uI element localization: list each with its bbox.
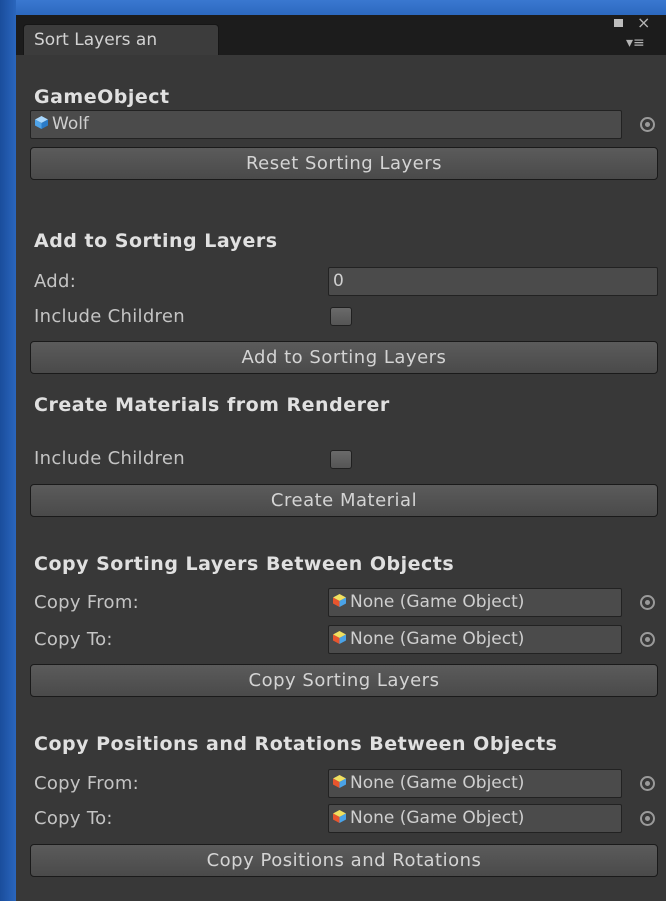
- materials-include-children-label: Include Children: [34, 448, 185, 469]
- copy-positions-to-field[interactable]: None (Game Object): [328, 804, 622, 833]
- gameobject-heading: GameObject: [34, 86, 170, 108]
- copy-positions-heading: Copy Positions and Rotations Between Obj…: [34, 733, 558, 755]
- include-children-checkbox[interactable]: [330, 307, 352, 326]
- copy-layers-to-field[interactable]: None (Game Object): [328, 625, 622, 654]
- close-icon[interactable]: ×: [637, 15, 650, 31]
- multicolor-cube-icon: [333, 631, 346, 644]
- blue-cube-icon: [35, 116, 48, 129]
- desktop-frame-left: [0, 0, 16, 901]
- copy-layers-to-value: None (Game Object): [350, 629, 525, 649]
- copy-sorting-layers-button[interactable]: Copy Sorting Layers: [30, 664, 658, 697]
- copy-layers-from-label: Copy From:: [34, 592, 140, 613]
- copy-positions-to-value: None (Game Object): [350, 808, 525, 828]
- copy-positions-from-picker-icon[interactable]: [640, 776, 655, 791]
- copy-positions-from-value: None (Game Object): [350, 773, 525, 793]
- copy-layers-from-picker-icon[interactable]: [640, 595, 655, 610]
- multicolor-cube-icon: [333, 594, 346, 607]
- add-section-heading: Add to Sorting Layers: [34, 230, 278, 252]
- gameobject-field[interactable]: Wolf: [30, 110, 622, 139]
- copy-positions-from-field[interactable]: None (Game Object): [328, 769, 622, 798]
- multicolor-cube-icon: [333, 810, 346, 823]
- tab-bar: Sort Layers an × ▾≡: [16, 15, 666, 55]
- maximize-icon[interactable]: [614, 19, 623, 27]
- add-value: 0: [333, 271, 344, 291]
- sort-layers-window: Sort Layers an × ▾≡ GameObject Wolf Rese…: [16, 15, 666, 901]
- add-label: Add:: [34, 271, 77, 292]
- add-input[interactable]: 0: [328, 267, 658, 296]
- copy-layers-from-value: None (Game Object): [350, 592, 525, 612]
- copy-layers-to-picker-icon[interactable]: [640, 632, 655, 647]
- copy-positions-rotations-button[interactable]: Copy Positions and Rotations: [30, 844, 658, 877]
- copy-positions-from-label: Copy From:: [34, 773, 140, 794]
- create-material-button[interactable]: Create Material: [30, 484, 658, 517]
- tab-menu-icon[interactable]: ▾≡: [626, 36, 645, 50]
- multicolor-cube-icon: [333, 775, 346, 788]
- include-children-label: Include Children: [34, 306, 185, 327]
- reset-sorting-layers-button[interactable]: Reset Sorting Layers: [30, 147, 658, 180]
- window-tab[interactable]: Sort Layers an: [23, 24, 219, 55]
- copy-layers-heading: Copy Sorting Layers Between Objects: [34, 553, 455, 575]
- copy-positions-to-picker-icon[interactable]: [640, 811, 655, 826]
- materials-section-heading: Create Materials from Renderer: [34, 394, 390, 416]
- add-to-sorting-layers-button[interactable]: Add to Sorting Layers: [30, 341, 658, 374]
- copy-layers-from-field[interactable]: None (Game Object): [328, 588, 622, 617]
- gameobject-value: Wolf: [52, 114, 89, 134]
- copy-layers-to-label: Copy To:: [34, 629, 113, 650]
- materials-include-children-checkbox[interactable]: [330, 450, 352, 469]
- object-picker-icon[interactable]: [640, 117, 655, 132]
- copy-positions-to-label: Copy To:: [34, 808, 113, 829]
